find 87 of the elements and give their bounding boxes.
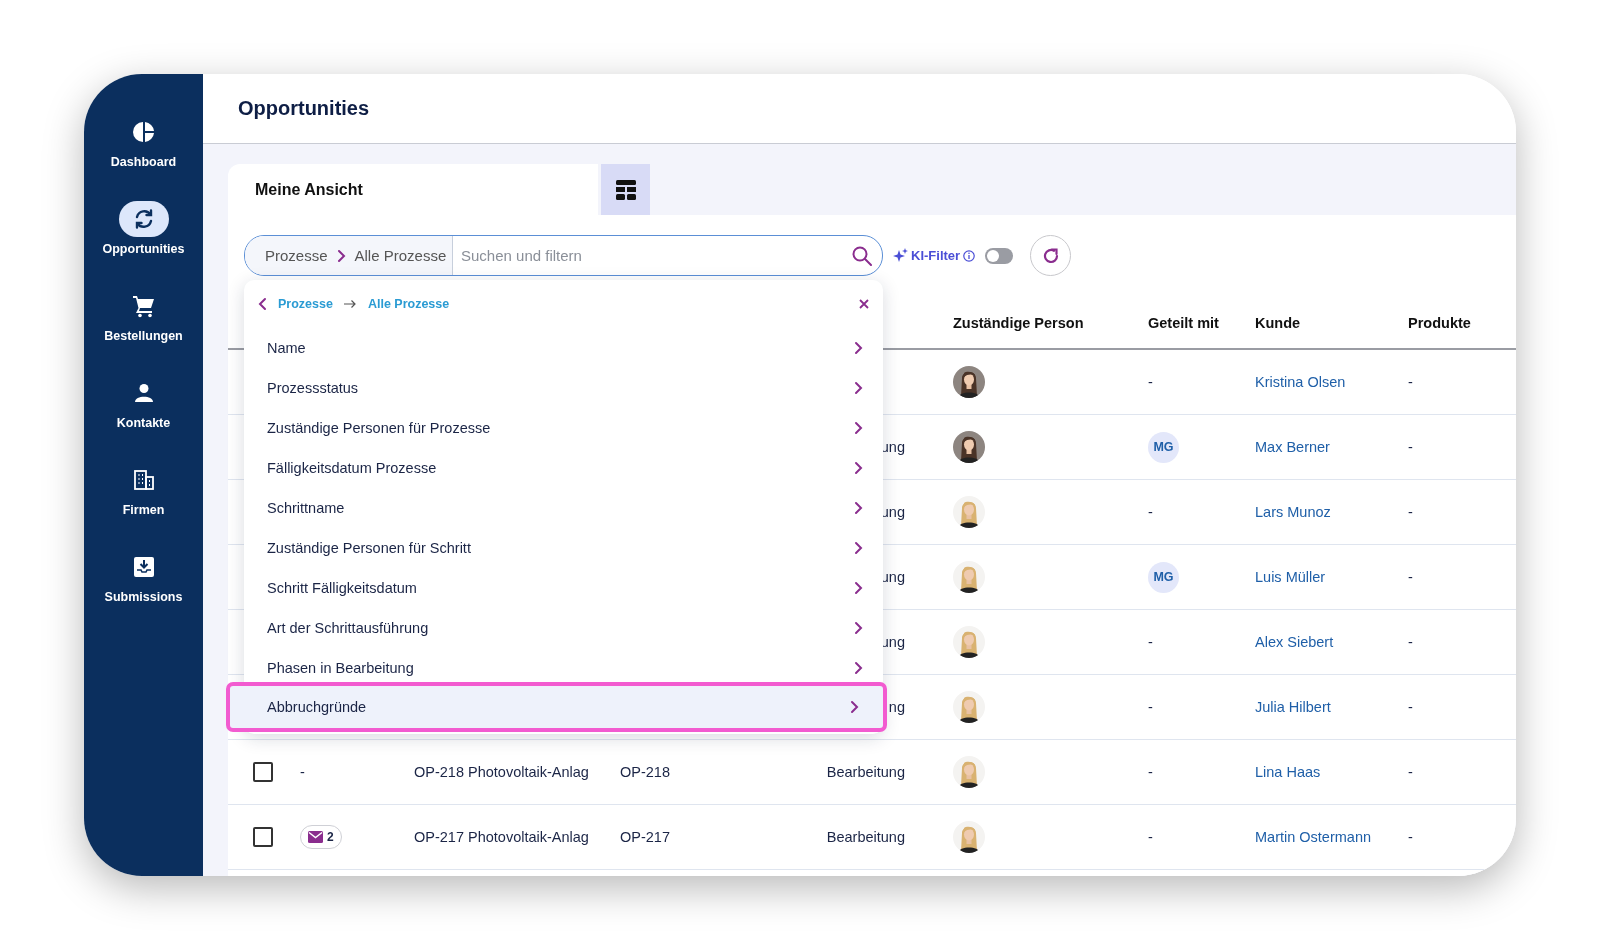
search-input[interactable]: Suchen und filtern xyxy=(453,236,852,275)
table-view-button[interactable] xyxy=(601,164,650,215)
sidebar-item[interactable]: Submissions xyxy=(84,549,203,636)
customer-link[interactable]: Martin Ostermann xyxy=(1255,829,1372,845)
page-title: Opportunities xyxy=(238,97,370,120)
empty-value: - xyxy=(1148,829,1153,845)
initials-avatar: MG xyxy=(1148,431,1179,463)
status-text: Bearbeitung xyxy=(826,764,905,780)
inbox-download-icon xyxy=(132,556,155,578)
empty-value: - xyxy=(1408,439,1413,455)
empty-value: - xyxy=(1408,764,1413,780)
table-icon xyxy=(615,179,636,200)
customer-link[interactable]: Luis Müller xyxy=(1255,569,1326,585)
back-chevron-icon xyxy=(258,297,267,311)
sidebar-item[interactable]: Kontakte xyxy=(84,375,203,462)
sparkle-icon xyxy=(893,248,908,263)
empty-value: - xyxy=(1148,699,1153,715)
sidebar-item[interactable]: Bestellungen xyxy=(84,288,203,375)
empty-value: - xyxy=(1408,569,1413,585)
filter-option[interactable]: Zuständige Personen für Schritt xyxy=(244,528,883,568)
customer-link[interactable]: Max Berner xyxy=(1255,439,1330,455)
column-header[interactable]: Zuständige Person xyxy=(953,315,1084,331)
search-icon xyxy=(852,245,872,266)
filter-option[interactable]: Zuständige Personen für Prozesse xyxy=(244,408,883,448)
empty-value: - xyxy=(1408,504,1413,520)
chevron-right-icon xyxy=(854,461,863,475)
empty-value: - xyxy=(1408,374,1413,390)
empty-value: - xyxy=(1408,699,1413,715)
filter-option[interactable]: Name xyxy=(244,328,883,368)
status-text: ng xyxy=(888,699,905,715)
column-header[interactable]: Kunde xyxy=(1255,315,1301,331)
chevron-right-icon xyxy=(854,581,863,595)
customer-link[interactable]: Alex Siebert xyxy=(1255,634,1334,650)
filter-option[interactable]: Art der Schrittausführung xyxy=(244,608,883,648)
empty-value: - xyxy=(1148,374,1153,390)
sidebar-item[interactable]: Firmen xyxy=(84,462,203,549)
sidebar-item[interactable]: Opportunities xyxy=(84,201,203,288)
customer-link[interactable]: Julia Hilbert xyxy=(1255,699,1331,715)
person-icon xyxy=(133,383,154,403)
opportunity-id: OP-218 xyxy=(620,764,670,780)
arrow-right-icon xyxy=(343,299,357,309)
search-field[interactable]: Prozesse Alle Prozesse Suchen und filtern xyxy=(244,235,883,276)
view-tab[interactable]: Meine Ansicht xyxy=(228,164,598,215)
empty-value: - xyxy=(1148,764,1153,780)
status-text: Bearbeitung xyxy=(826,829,905,845)
chevron-right-icon xyxy=(850,700,859,714)
filter-option[interactable]: Abbruchgründe xyxy=(226,682,887,732)
customer-link[interactable]: Lars Munoz xyxy=(1255,504,1331,520)
ai-filter-toggle[interactable] xyxy=(985,247,1014,264)
filter-option[interactable]: Schritt Fälligkeitsdatum xyxy=(244,568,883,608)
empty-value: - xyxy=(1408,829,1413,845)
chevron-right-icon xyxy=(854,421,863,435)
column-header[interactable]: Produkte xyxy=(1408,315,1471,331)
empty-value: - xyxy=(1148,634,1153,650)
chevron-right-icon xyxy=(854,501,863,515)
search-scope: Prozesse xyxy=(265,247,328,264)
info-icon xyxy=(963,249,976,262)
opportunity-name[interactable]: OP-217 Photovoltaik-Anlag xyxy=(414,829,589,845)
row-checkbox[interactable] xyxy=(253,762,273,782)
column-header[interactable]: Geteilt mit xyxy=(1148,315,1219,331)
empty-value: - xyxy=(1148,504,1153,520)
filter-option[interactable]: Prozessstatus xyxy=(244,368,883,408)
building-icon xyxy=(132,469,155,491)
chevron-right-icon xyxy=(854,621,863,635)
chevron-icon xyxy=(336,248,346,263)
filter-option[interactable]: Schrittname xyxy=(244,488,883,528)
envelope-icon xyxy=(308,831,323,843)
cart-icon xyxy=(131,294,156,318)
sidebar-item[interactable]: Dashboard xyxy=(84,114,203,201)
close-icon[interactable] xyxy=(859,299,869,309)
search-scope: Alle Prozesse xyxy=(354,247,447,264)
filter-option[interactable]: Fälligkeitsdatum Prozesse xyxy=(244,448,883,488)
ai-filter-label: KI-Filter xyxy=(911,248,961,263)
chevron-right-icon xyxy=(854,541,863,555)
row-checkbox[interactable] xyxy=(253,827,273,847)
opportunity-name[interactable]: OP-218 Photovoltaik-Anlag xyxy=(414,764,589,780)
customer-link[interactable]: Lina Haas xyxy=(1255,764,1321,780)
customer-link[interactable]: Kristina Olsen xyxy=(1255,374,1346,390)
chevron-right-icon xyxy=(854,381,863,395)
empty-value: - xyxy=(1408,634,1413,650)
refresh-button[interactable] xyxy=(1030,235,1072,276)
empty-value: - xyxy=(300,764,305,780)
chevron-right-icon xyxy=(854,661,863,675)
initials-avatar: MG xyxy=(1148,561,1179,593)
chevron-right-icon xyxy=(854,341,863,355)
opportunity-id: OP-217 xyxy=(620,829,670,845)
pie-chart-icon xyxy=(132,121,155,143)
